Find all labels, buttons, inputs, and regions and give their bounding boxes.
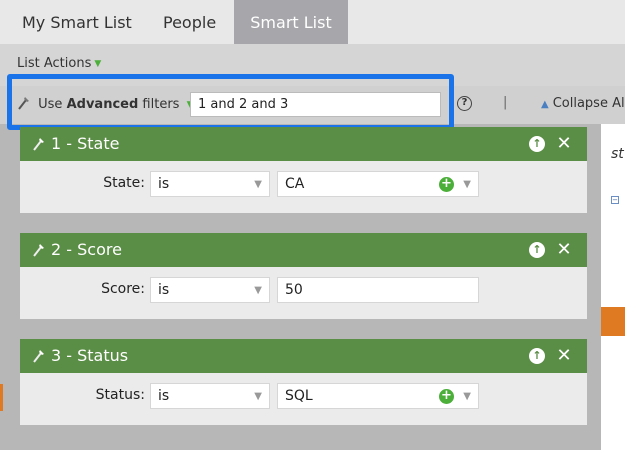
tab-people[interactable]: People — [163, 0, 216, 44]
filter-card-body: State: is ▼ CA + ▼ — [20, 161, 587, 213]
right-panel: st − — [601, 124, 625, 450]
value-text: SQL — [285, 388, 313, 404]
value-field[interactable]: SQL + ▼ — [277, 383, 479, 409]
arrow-up-circle-icon[interactable]: ↑ — [529, 242, 545, 258]
filter-card-header[interactable]: 2 - Score ↑ ✕ — [20, 233, 587, 267]
list-actions-menu[interactable]: List Actions ▼ — [17, 56, 101, 71]
tab-my-smart-list[interactable]: My Smart List — [22, 0, 132, 44]
close-icon[interactable]: ✕ — [556, 347, 572, 365]
filter-card-header[interactable]: 3 - Status ↑ ✕ — [20, 339, 587, 373]
filter-card: 1 - State ↑ ✕ State: is ▼ CA + ▼ — [20, 127, 587, 213]
chevron-down-icon: ▼ — [254, 285, 262, 296]
filter-card-body: Score: is ▼ 50 — [20, 267, 587, 319]
field-label: Score: — [101, 281, 145, 297]
chevron-down-icon: ▼ — [254, 391, 262, 402]
help-circle-icon[interactable]: ? — [457, 96, 472, 111]
operator-value: is — [158, 176, 170, 192]
collapse-all-button[interactable]: ▲ Collapse Al — [541, 96, 625, 111]
close-icon[interactable]: ✕ — [556, 241, 572, 259]
wand-icon — [33, 350, 44, 363]
operator-select[interactable]: is ▼ — [150, 277, 270, 303]
filter-title: 2 - Score — [51, 240, 122, 259]
wand-icon — [33, 244, 44, 257]
triangle-down-icon: ▼ — [94, 59, 102, 69]
plus-circle-icon[interactable]: + — [439, 177, 454, 192]
field-label: Status: — [95, 387, 145, 403]
operator-value: is — [158, 388, 170, 404]
orange-edge-marker — [0, 384, 3, 411]
list-actions-label: List Actions — [17, 56, 92, 71]
filter-card: 3 - Status ↑ ✕ Status: is ▼ SQL + ▼ — [20, 339, 587, 425]
filter-card: 2 - Score ↑ ✕ Score: is ▼ 50 — [20, 233, 587, 319]
collapse-all-label: Collapse Al — [552, 96, 625, 111]
value-text: CA — [285, 176, 305, 192]
operator-value: is — [158, 282, 170, 298]
field-label: State: — [103, 175, 145, 191]
operator-select[interactable]: is ▼ — [150, 383, 270, 409]
collapse-tree-icon[interactable]: − — [611, 196, 619, 204]
wand-icon — [33, 138, 44, 151]
chevron-down-icon[interactable]: ▼ — [463, 384, 471, 409]
filter-card-header[interactable]: 1 - State ↑ ✕ — [20, 127, 587, 161]
tab-smart-list[interactable]: Smart List — [234, 0, 348, 44]
close-icon[interactable]: ✕ — [556, 135, 572, 153]
separator: | — [503, 95, 508, 110]
filter-title: 3 - Status — [51, 346, 129, 365]
right-panel-text: st — [611, 146, 624, 162]
value-field[interactable]: CA + ▼ — [277, 171, 479, 197]
value-text: 50 — [285, 282, 303, 298]
orange-marker — [601, 307, 625, 336]
triangle-up-icon: ▲ — [541, 99, 549, 110]
chevron-down-icon[interactable]: ▼ — [463, 172, 471, 197]
filter-title: 1 - State — [51, 134, 120, 153]
filter-card-body: Status: is ▼ SQL + ▼ — [20, 373, 587, 425]
highlight-box — [7, 74, 454, 130]
smart-list-page: My Smart List People Smart List List Act… — [0, 0, 625, 450]
plus-circle-icon[interactable]: + — [439, 389, 454, 404]
chevron-down-icon: ▼ — [254, 179, 262, 190]
arrow-up-circle-icon[interactable]: ↑ — [529, 348, 545, 364]
arrow-up-circle-icon[interactable]: ↑ — [529, 136, 545, 152]
tab-bar: My Smart List People Smart List — [0, 0, 625, 44]
operator-select[interactable]: is ▼ — [150, 171, 270, 197]
value-field[interactable]: 50 — [277, 277, 479, 303]
